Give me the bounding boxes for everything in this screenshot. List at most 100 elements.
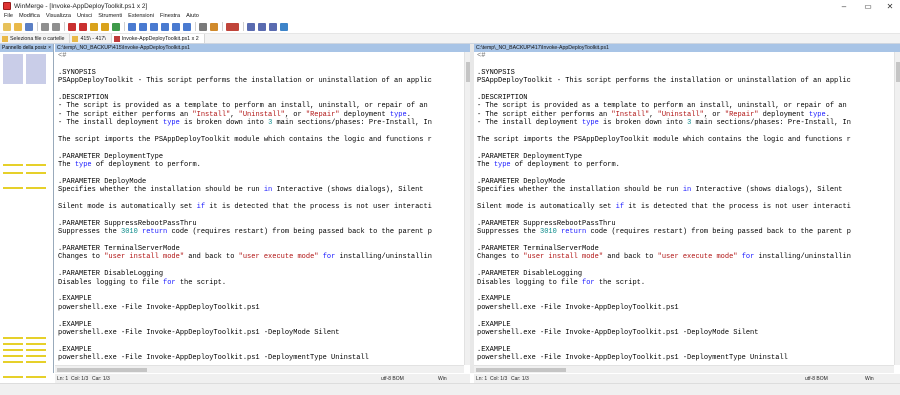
code-line[interactable]: .PARAMETER SuppressRebootPassThru [474, 220, 894, 228]
menu-finestra[interactable]: Finestra [160, 13, 180, 19]
code-line[interactable] [474, 312, 894, 320]
diff-marker[interactable] [26, 187, 46, 189]
code-line[interactable]: .PARAMETER DeployMode [474, 178, 894, 186]
code-line[interactable] [474, 287, 894, 295]
compare-icon[interactable] [247, 22, 255, 31]
copy-all-left-icon[interactable] [183, 22, 191, 31]
code-line[interactable]: .PARAMETER TerminalServerMode [55, 245, 464, 253]
diff-marker[interactable] [3, 349, 23, 351]
left-horizontal-scrollbar[interactable] [55, 365, 464, 373]
code-line[interactable]: .SYNOPSIS [474, 69, 894, 77]
diff-marker[interactable] [26, 349, 46, 351]
location-bar-left[interactable] [3, 54, 23, 378]
location-pane-close-icon[interactable]: × [48, 45, 51, 51]
code-line[interactable]: .PARAMETER DisableLogging [474, 270, 894, 278]
code-line[interactable]: Silent mode is automatically set if it i… [55, 203, 464, 211]
code-line[interactable]: .EXAMPLE [55, 346, 464, 354]
code-line[interactable]: powershell.exe -File Invoke-AppDeployToo… [474, 304, 894, 312]
filter-dropdown-icon[interactable] [226, 22, 239, 31]
code-line[interactable]: The script imports the PSAppDeployToolki… [474, 136, 894, 144]
code-line[interactable] [474, 195, 894, 203]
copy-left-advance-icon[interactable] [161, 22, 169, 31]
location-bar-right[interactable] [26, 54, 46, 378]
code-line[interactable] [55, 262, 464, 270]
code-line[interactable] [55, 337, 464, 345]
code-line[interactable]: .PARAMETER DisableLogging [55, 270, 464, 278]
diff-marker[interactable] [26, 164, 46, 166]
code-line[interactable] [55, 86, 464, 94]
code-line[interactable]: - The install deployment type is broken … [474, 119, 894, 127]
diff-marker[interactable] [26, 343, 46, 345]
code-line[interactable]: Specifies whether the installation shoul… [55, 186, 464, 194]
code-line[interactable]: Disables logging to file for the script. [55, 279, 464, 287]
code-line[interactable]: powershell.exe -File Invoke-AppDeployToo… [474, 354, 894, 362]
code-line[interactable]: .PARAMETER DeploymentType [55, 153, 464, 161]
code-line[interactable]: PSAppDeployToolkit - This script perform… [55, 77, 464, 85]
code-line[interactable]: .PARAMETER DeployMode [55, 178, 464, 186]
visible-area-indicator[interactable] [3, 54, 23, 84]
scroll-thumb[interactable] [57, 368, 147, 372]
code-line[interactable]: .EXAMPLE [474, 321, 894, 329]
code-line[interactable]: Suppresses the 3010 return code (require… [55, 228, 464, 236]
code-line[interactable]: .SYNOPSIS [55, 69, 464, 77]
menu-aiuto[interactable]: Aiuto [186, 13, 199, 19]
tab-file-compare[interactable]: Invoke-AppDeployToolkit.ps1 x 2 [111, 34, 205, 43]
code-line[interactable]: powershell.exe -File Invoke-AppDeployToo… [55, 354, 464, 362]
visible-area-indicator[interactable] [26, 54, 46, 84]
menu-unisci[interactable]: Unisci [77, 13, 92, 19]
menu-visualizza[interactable]: Visualizza [46, 13, 71, 19]
code-line[interactable]: The type of deployment to perform. [474, 161, 894, 169]
code-line[interactable] [55, 287, 464, 295]
code-line[interactable]: .EXAMPLE [55, 295, 464, 303]
help-icon[interactable] [280, 22, 288, 31]
right-code-view[interactable]: <# .SYNOPSIS PSAppDeployToolkit - This scr… [474, 52, 894, 365]
copy-all-right-icon[interactable] [172, 22, 180, 31]
diff-marker[interactable] [26, 355, 46, 357]
scroll-thumb[interactable] [896, 62, 900, 82]
code-line[interactable]: Suppresses the 3010 return code (require… [474, 228, 894, 236]
code-line[interactable] [474, 144, 894, 152]
code-line[interactable] [474, 237, 894, 245]
refresh-icon[interactable] [210, 22, 218, 31]
code-line[interactable]: .PARAMETER DeploymentType [474, 153, 894, 161]
redo-icon[interactable] [52, 22, 60, 31]
code-line[interactable]: powershell.exe -File Invoke-AppDeployToo… [55, 304, 464, 312]
code-line[interactable] [474, 169, 894, 177]
code-line[interactable]: .EXAMPLE [55, 321, 464, 329]
code-line[interactable]: - The script either performs an "Install… [55, 111, 464, 119]
merge-icon[interactable] [258, 22, 266, 31]
code-line[interactable]: <# [55, 52, 464, 60]
diff-marker[interactable] [3, 343, 23, 345]
prev-diff-icon[interactable] [79, 22, 87, 31]
diff-marker[interactable] [3, 355, 23, 357]
diff-marker[interactable] [26, 361, 46, 363]
menu-modifica[interactable]: Modifica [19, 13, 40, 19]
code-line[interactable]: Specifies whether the installation shoul… [474, 186, 894, 194]
copy-right-icon[interactable] [128, 22, 136, 31]
close-icon[interactable]: ✕ [882, 0, 898, 12]
code-line[interactable] [55, 60, 464, 68]
tab-select-files[interactable]: Seleziona file o cartelle [0, 34, 71, 43]
open-folder-icon[interactable] [14, 22, 22, 31]
diff-marker[interactable] [3, 337, 23, 339]
code-line[interactable]: powershell.exe -File Invoke-AppDeployToo… [55, 329, 464, 337]
right-horizontal-scrollbar[interactable] [474, 365, 894, 373]
code-line[interactable] [55, 312, 464, 320]
code-line[interactable]: Disables logging to file for the script. [474, 279, 894, 287]
left-code-view[interactable]: <# .SYNOPSIS PSAppDeployToolkit - This scr… [55, 52, 464, 365]
diff-marker[interactable] [3, 376, 23, 378]
new-file-icon[interactable] [3, 22, 11, 31]
code-line[interactable]: .DESCRIPTION [474, 94, 894, 102]
first-diff-icon[interactable] [90, 22, 98, 31]
minimize-icon[interactable]: – [836, 0, 852, 12]
code-line[interactable] [474, 211, 894, 219]
diff-marker[interactable] [3, 187, 23, 189]
code-line[interactable]: PSAppDeployToolkit - This script perform… [474, 77, 894, 85]
code-line[interactable]: Changes to "user install mode" and back … [474, 253, 894, 261]
code-line[interactable] [474, 128, 894, 136]
code-line[interactable]: - The script either performs an "Install… [474, 111, 894, 119]
diff-marker[interactable] [3, 361, 23, 363]
code-line[interactable] [55, 144, 464, 152]
view-icon[interactable] [269, 22, 277, 31]
code-line[interactable] [55, 237, 464, 245]
